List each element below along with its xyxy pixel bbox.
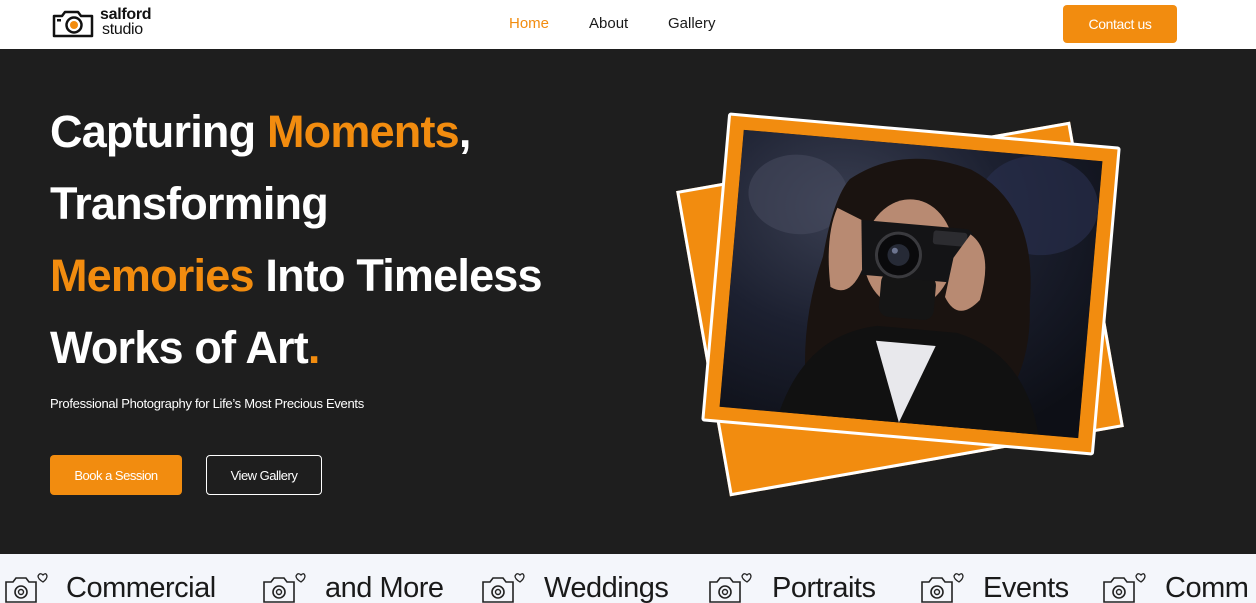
- top-navigation: salford studio Home About Gallery Contac…: [0, 0, 1256, 49]
- brand-name-line2: studio: [102, 21, 143, 38]
- headline-comma: ,: [458, 106, 471, 157]
- hero-subtitle: Professional Photography for Life’s Most…: [50, 396, 364, 411]
- contact-us-button[interactable]: Contact us: [1063, 5, 1177, 43]
- marquee-item: Commercial: [66, 572, 216, 603]
- nav-link-home[interactable]: Home: [509, 15, 549, 32]
- nav-link-about[interactable]: About: [589, 15, 628, 32]
- hero-headline: Capturing Moments, Transforming Memories…: [50, 96, 650, 384]
- services-marquee: Commercial and More Weddings Portraits E…: [0, 554, 1256, 603]
- headline-text: Transforming: [50, 178, 329, 229]
- marquee-item: Events: [983, 572, 1069, 603]
- marquee-item: and More: [325, 572, 444, 603]
- camera-logo-icon: [52, 10, 94, 38]
- photographer-image: [719, 129, 1103, 439]
- hero-section: Capturing Moments, Transforming Memories…: [0, 49, 1256, 554]
- photo-frame-front: [701, 112, 1121, 456]
- headline-text: Into Timeless: [253, 250, 542, 301]
- headline-text: Capturing: [50, 106, 267, 157]
- headline-highlight-memories: Memories: [50, 250, 254, 301]
- camera-heart-icon: [921, 573, 964, 603]
- camera-heart-icon: [263, 573, 306, 603]
- headline-highlight-moments: Moments: [266, 106, 460, 157]
- camera-heart-icon: [709, 573, 752, 603]
- headline-period: .: [307, 322, 320, 373]
- nav-link-gallery[interactable]: Gallery: [668, 15, 716, 32]
- camera-heart-icon: [5, 573, 48, 603]
- brand-logo[interactable]: salford studio: [52, 6, 162, 42]
- marquee-item: Portraits: [772, 572, 876, 603]
- marquee-item: Comm: [1165, 572, 1249, 603]
- view-gallery-button[interactable]: View Gallery: [206, 455, 322, 495]
- hero-photo-photographer: [719, 129, 1103, 439]
- book-session-button[interactable]: Book a Session: [50, 455, 182, 495]
- camera-heart-icon: [1103, 573, 1146, 603]
- marquee-item: Weddings: [544, 572, 669, 603]
- headline-text: Works of Art: [50, 322, 309, 373]
- camera-heart-icon: [482, 573, 525, 603]
